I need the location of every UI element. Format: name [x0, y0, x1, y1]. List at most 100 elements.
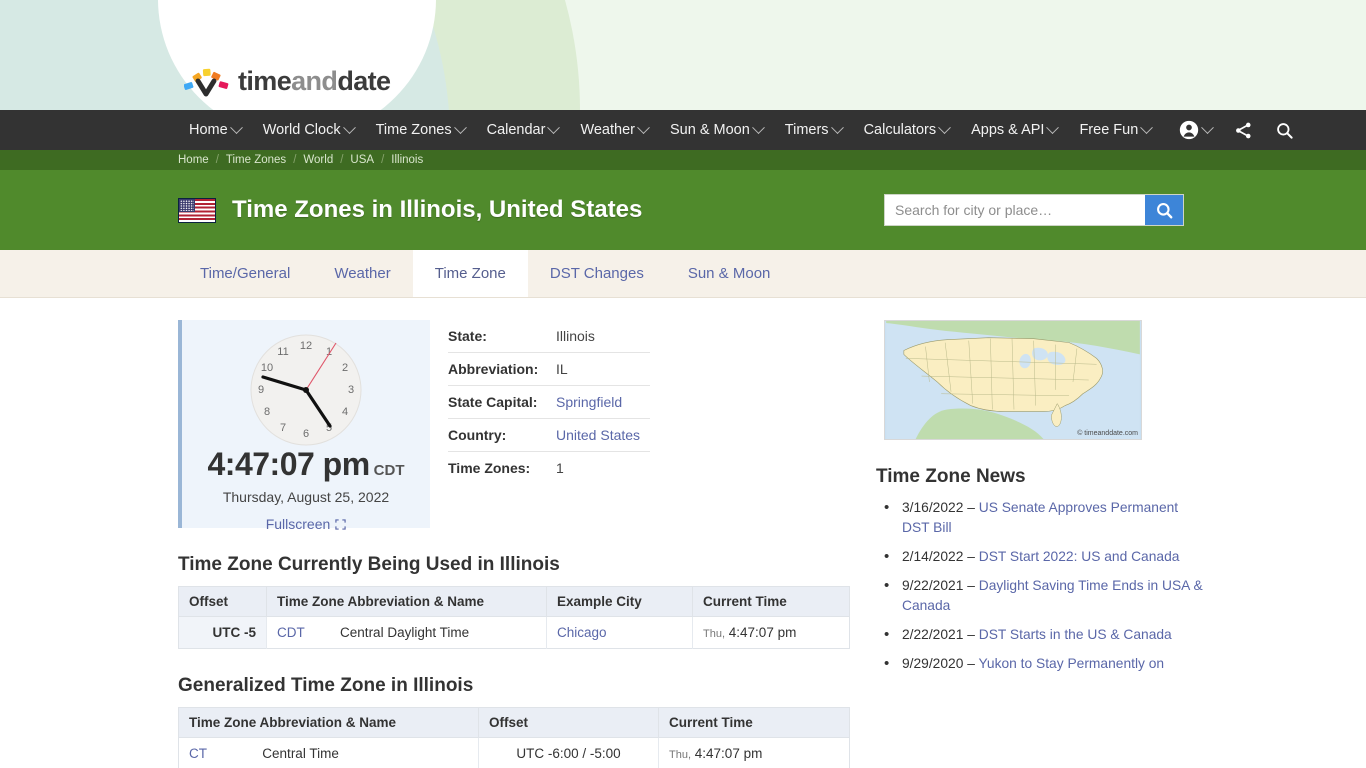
breadcrumb-item-illinois[interactable]: Illinois	[391, 154, 423, 166]
fullscreen-label: Fullscreen	[265, 516, 331, 532]
list-item: 3/16/2022 – US Senate Approves Permanent…	[876, 497, 1206, 538]
clock-and-info-row: 12 1 2 3 4 5 6 7 8 9 10 11 4:47:07 pm CD…	[178, 298, 850, 532]
time-zone-news-list: 3/16/2022 – US Senate Approves Permanent…	[876, 497, 1206, 675]
link-ct[interactable]: CT	[189, 746, 207, 761]
news-date: 9/22/2021	[902, 578, 964, 593]
nav-item-home[interactable]: Home	[178, 110, 252, 150]
nav-item-free-fun[interactable]: Free Fun	[1068, 110, 1162, 150]
nav-label: Apps & API	[971, 122, 1045, 138]
site-hero-banner: timeanddate	[0, 0, 1366, 110]
breadcrumb-item-world[interactable]: World	[303, 154, 333, 166]
nav-item-calculators[interactable]: Calculators	[853, 110, 961, 150]
search-icon	[1156, 202, 1172, 218]
fullscreen-link[interactable]: Fullscreen	[266, 516, 347, 532]
sidebar-column: © timeanddate.com Time Zone News 3/16/20…	[876, 298, 1206, 768]
news-dash: –	[963, 549, 979, 564]
nav-label: Time Zones	[375, 122, 452, 138]
table-row: CT Central Time UTC -6:00 / -5:00 Thu, 4…	[178, 737, 850, 768]
nav-item-world-clock[interactable]: World Clock	[252, 110, 365, 150]
nav-item-apps-api[interactable]: Apps & API	[960, 110, 1068, 150]
usa-map-image[interactable]: © timeanddate.com	[884, 320, 1142, 440]
info-label: Country:	[448, 418, 556, 452]
tab-sun-moon[interactable]: Sun & Moon	[666, 250, 793, 297]
breadcrumb-item-home[interactable]: Home	[178, 154, 209, 166]
share-button[interactable]	[1223, 110, 1264, 150]
news-dash: –	[963, 656, 979, 671]
time-day-label: Thu,	[669, 749, 692, 761]
search-input[interactable]	[885, 195, 1145, 225]
link-cdt[interactable]: CDT	[277, 625, 305, 640]
search-submit-button[interactable]	[1145, 195, 1183, 225]
svg-text:7: 7	[280, 422, 286, 434]
table-header-row: Time Zone Abbreviation & Name Offset Cur…	[178, 707, 850, 738]
nav-item-calendar[interactable]: Calendar	[476, 110, 570, 150]
analog-clock: 12 1 2 3 4 5 6 7 8 9 10 11	[250, 334, 362, 446]
current-timezone-table: Offset Time Zone Abbreviation & Name Exa…	[178, 586, 850, 649]
breadcrumb: Home / Time Zones / World / USA / Illino…	[0, 150, 1366, 170]
breadcrumb-separator: /	[381, 154, 385, 166]
chevron-down-icon	[453, 120, 467, 134]
account-button[interactable]	[1168, 110, 1223, 150]
current-timezone-abbr: CDT	[373, 462, 405, 479]
cell-abbrev-name: CT Central Time	[178, 737, 479, 768]
tab-time-general[interactable]: Time/General	[178, 250, 312, 297]
logo-word-and: and	[291, 65, 338, 96]
svg-text:1: 1	[326, 346, 332, 358]
table-header-row: Offset Time Zone Abbreviation & Name Exa…	[178, 586, 850, 617]
table-row: Abbreviation: IL	[448, 352, 650, 386]
tab-label: Sun & Moon	[687, 265, 771, 282]
info-label: Time Zones:	[448, 460, 531, 476]
info-value-state: Illinois	[556, 320, 650, 353]
cell-offset: UTC -5	[178, 616, 267, 649]
link-springfield[interactable]: Springfield	[556, 394, 622, 410]
chevron-down-icon	[342, 120, 356, 134]
tab-time-zone[interactable]: Time Zone	[412, 250, 528, 297]
cell-current-time: Thu, 4:47:07 pm	[658, 737, 850, 768]
tab-weather[interactable]: Weather	[312, 250, 412, 297]
state-info-table: State: Illinois Abbreviation: IL State C…	[448, 320, 650, 484]
list-item: 9/29/2020 – Yukon to Stay Permanently on	[876, 653, 1206, 675]
info-label: State Capital:	[448, 385, 556, 419]
section-tabs: Time/General Weather Time Zone DST Chang…	[0, 250, 1366, 298]
search-box	[884, 194, 1184, 226]
chevron-down-icon	[1201, 120, 1215, 134]
list-item: 2/22/2021 – DST Starts in the US & Canad…	[876, 624, 1206, 646]
svg-text:6: 6	[303, 428, 309, 440]
digital-clock: 4:47:07 pm CDT Thursday, August 25, 2022 …	[182, 446, 430, 534]
col-current-time: Current Time	[692, 586, 850, 617]
cell-example-city: Chicago	[546, 616, 693, 649]
site-logo[interactable]: timeanddate	[184, 64, 391, 98]
nav-item-time-zones[interactable]: Time Zones	[365, 110, 476, 150]
breadcrumb-item-usa[interactable]: USA	[350, 154, 374, 166]
nav-item-timers[interactable]: Timers	[774, 110, 853, 150]
logo-wordmark: timeanddate	[238, 65, 391, 96]
news-dash: –	[963, 578, 979, 593]
nav-item-sun-moon[interactable]: Sun & Moon	[659, 110, 774, 150]
tab-dst-changes[interactable]: DST Changes	[528, 250, 666, 297]
news-date: 2/14/2022	[902, 549, 964, 564]
link-chicago[interactable]: Chicago	[557, 625, 607, 640]
col-abbrev-name: Time Zone Abbreviation & Name	[266, 586, 547, 617]
news-link[interactable]: DST Starts in the US & Canada	[979, 627, 1172, 642]
nav-label: Sun & Moon	[669, 122, 750, 138]
news-heading: Time Zone News	[876, 466, 1026, 487]
nav-item-weather[interactable]: Weather	[569, 110, 659, 150]
link-united-states[interactable]: United States	[556, 427, 640, 443]
search-button-nav[interactable]	[1264, 110, 1305, 150]
chevron-down-icon	[1046, 120, 1060, 134]
time-value: 4:47:07 pm	[728, 625, 797, 640]
page-title: Time Zones in Illinois, United States	[232, 196, 643, 223]
svg-text:2: 2	[342, 362, 348, 374]
news-link[interactable]: Yukon to Stay Permanently on	[978, 656, 1164, 671]
news-dash: –	[963, 500, 979, 515]
info-value-time-zones: 1	[556, 460, 564, 476]
list-item: 9/22/2021 – Daylight Saving Time Ends in…	[876, 575, 1206, 616]
news-date: 2/22/2021	[902, 627, 964, 642]
breadcrumb-item-time-zones[interactable]: Time Zones	[226, 154, 286, 166]
svg-text:9: 9	[258, 384, 264, 396]
news-link[interactable]: DST Start 2022: US and Canada	[979, 549, 1180, 564]
info-value-country: United States	[556, 418, 650, 452]
table-row: Country: United States	[448, 418, 650, 452]
current-date: Thursday, August 25, 2022	[222, 489, 390, 505]
nav-label: Calendar	[486, 122, 546, 138]
